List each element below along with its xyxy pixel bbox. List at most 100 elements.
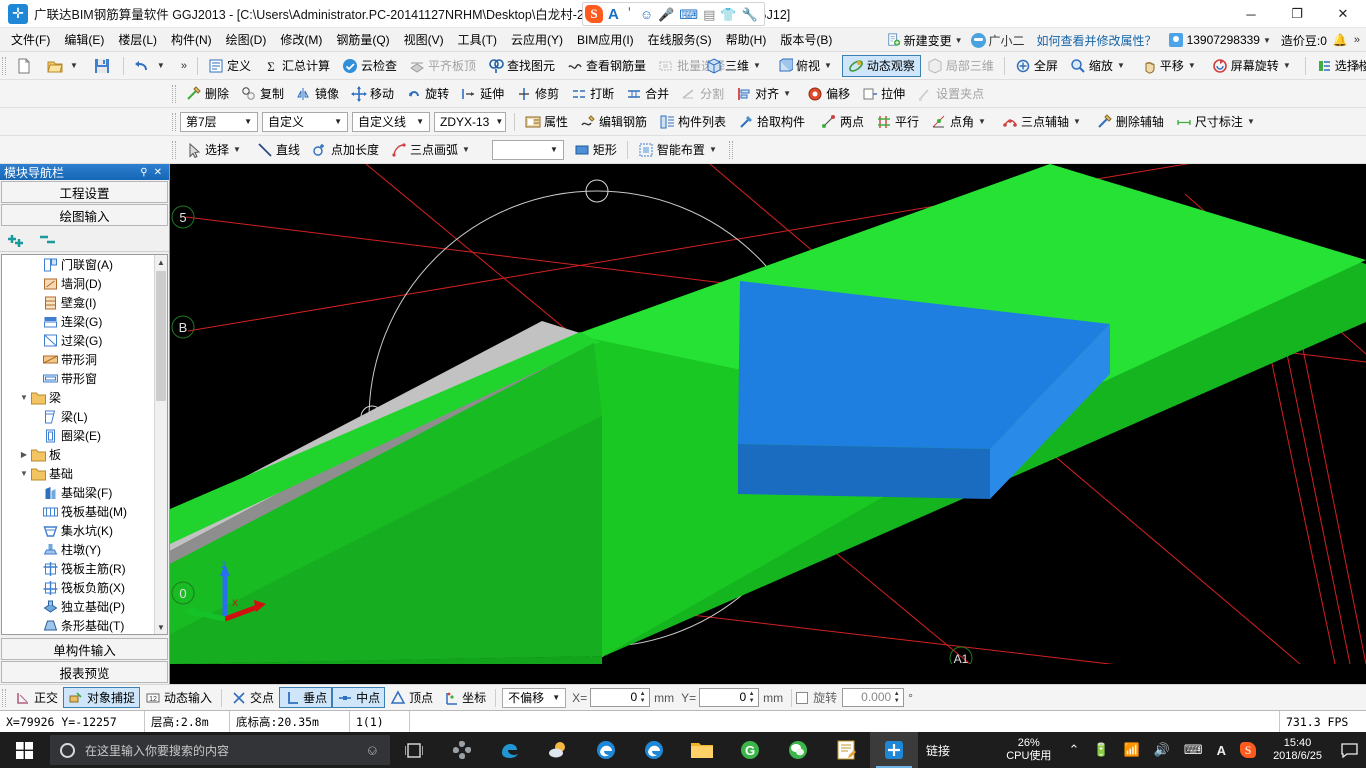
menu-item-13[interactable]: 版本号(B) [773, 30, 839, 50]
battery-icon[interactable]: 🔋 [1086, 742, 1116, 758]
menu-item-6[interactable]: 钢筋量(Q) [329, 30, 396, 50]
menu-item-3[interactable]: 构件(N) [164, 30, 219, 50]
smart-layout-chevron-icon[interactable]: ▼ [705, 145, 721, 154]
taskbar-edge-legacy[interactable] [486, 732, 534, 768]
offset-x-input[interactable]: 0 ▲ ▼ [590, 688, 651, 707]
account-button[interactable]: 13907298339 ▼ [1165, 33, 1275, 47]
smart-layout-button[interactable]: 智能布置 ▼ [632, 139, 727, 161]
toolbar-button-cube[interactable]: 三维 ▼ [700, 55, 771, 77]
offset-mode-chevron-icon[interactable]: ▼ [546, 693, 563, 702]
menu-item-8[interactable]: 工具(T) [451, 30, 504, 50]
tree-item[interactable]: 柱墩(Y) [2, 540, 154, 559]
collapse-toggle-icon[interactable]: ▼ [18, 393, 30, 402]
ime-punctuation-icon[interactable]: ＇ [624, 8, 635, 20]
dropdown-chevron-icon[interactable]: ▼ [1243, 117, 1259, 126]
menu-item-11[interactable]: 在线服务(S) [641, 30, 719, 50]
taskbar-app-g[interactable]: G [726, 732, 774, 768]
toolbar-button-trim[interactable]: 修剪 [510, 83, 565, 105]
taskbar-app-s[interactable] [438, 732, 486, 768]
account-chevron-icon[interactable]: ▼ [1263, 36, 1271, 45]
rotate-input[interactable]: 0.000 ▲ ▼ [842, 688, 905, 707]
snap-button-ortho[interactable]: 正交 [10, 687, 63, 708]
tree-item[interactable]: 门联窗(A) [2, 255, 154, 274]
volume-icon[interactable]: 🔊 [1147, 742, 1177, 758]
new-change-chevron-icon[interactable]: ▼ [955, 36, 963, 45]
toolbar-button-mirror[interactable]: 镜像 [290, 83, 345, 105]
menu-item-0[interactable]: 文件(F) [4, 30, 57, 50]
offset-x-spinner[interactable]: ▲ ▼ [637, 689, 648, 706]
help-question-link[interactable]: 如何查看并修改属性？ [1029, 32, 1165, 49]
tree-item[interactable]: 筏板主筋(R) [2, 559, 154, 578]
toolbar-button-define[interactable]: 定义 [202, 55, 257, 77]
snap-button-coordinate[interactable]: 坐标 [438, 687, 491, 708]
assistant-button[interactable]: 广小二 [967, 32, 1029, 49]
expand-toggle-icon[interactable]: ▶ [18, 450, 30, 459]
undo-chevron-icon[interactable]: ▼ [153, 61, 169, 70]
toolbar-grip[interactable] [172, 84, 176, 103]
taskbar-file-explorer[interactable] [678, 732, 726, 768]
toolbar-grip[interactable] [2, 56, 6, 75]
menu-item-9[interactable]: 云应用(Y) [504, 30, 570, 50]
toolbar-button-stretch[interactable]: 拉伸 [856, 83, 911, 105]
menu-item-5[interactable]: 修改(M) [273, 30, 329, 50]
ime-mode-A-icon[interactable]: A [608, 7, 619, 22]
floor-combo[interactable]: 第7层 ▼ [180, 111, 258, 132]
taskbar-link-label[interactable]: 链接 [918, 742, 962, 759]
tree-item[interactable]: ▼ 梁 [2, 388, 154, 407]
dropdown-chevron-icon[interactable]: ▼ [974, 117, 990, 126]
report-preview-button[interactable]: 报表预览 [1, 661, 168, 683]
ime-settings-icon[interactable]: 🔧 [742, 8, 758, 21]
drawing-canvas[interactable]: 5 B 0 A1 Z X Y [170, 164, 1366, 684]
toolbar-overflow-left[interactable]: » [175, 60, 193, 72]
open-file-button[interactable]: ▼ [41, 55, 88, 77]
rotate-spinner[interactable]: ▲ ▼ [891, 689, 902, 706]
menu-item-1[interactable]: 编辑(E) [57, 30, 111, 50]
ime-toolbar[interactable]: S A ＇ ☺ 🎤 ⌨ ▤ 👕 🔧 [582, 2, 765, 26]
microphone-icon[interactable]: ⎉ [367, 742, 390, 759]
tree-item[interactable]: 连梁(G) [2, 312, 154, 331]
ime-toolbox-icon[interactable]: ▤ [703, 8, 715, 21]
ime-skin-icon[interactable]: 👕 [720, 8, 736, 21]
scroll-down-icon[interactable]: ▼ [155, 620, 167, 634]
toolbar-button-three-point-arc[interactable]: 三点画弧 ▼ [385, 139, 480, 161]
tree-item[interactable]: 墙洞(D) [2, 274, 154, 293]
toolbar-grip[interactable] [728, 140, 733, 159]
start-button[interactable] [0, 732, 48, 768]
tree-item[interactable]: 基础梁(F) [2, 483, 154, 502]
tree-item[interactable]: 集水坑(K) [2, 521, 154, 540]
snap-button-vertex[interactable]: 顶点 [385, 687, 438, 708]
sogou-logo-icon[interactable]: S [585, 5, 603, 23]
tree-item[interactable]: ▶ 板 [2, 445, 154, 464]
taskbar-app-chat[interactable] [774, 732, 822, 768]
tree-item[interactable]: 条形基础(T) [2, 616, 154, 634]
close-icon[interactable]: ✕ [151, 167, 165, 178]
toolbar-button-point-angle[interactable]: 点角 ▼ [925, 111, 996, 133]
undo-button[interactable]: ▼ [128, 55, 175, 77]
tree-item[interactable]: 筏板负筋(X) [2, 578, 154, 597]
sogou-tray-icon[interactable]: S [1233, 742, 1263, 758]
maximize-button[interactable]: ❐ [1274, 0, 1320, 28]
draw-blank-combo[interactable]: ▼ [491, 139, 564, 160]
toolbar-button-dimension[interactable]: 尺寸标注 ▼ [1170, 111, 1265, 133]
ime-emoji-icon[interactable]: ☺ [640, 8, 653, 21]
dropdown-chevron-icon[interactable]: ▼ [779, 89, 795, 98]
taskbar-edge-1[interactable] [582, 732, 630, 768]
toolbar-button-delete[interactable]: 删除 [180, 83, 235, 105]
pin-icon[interactable]: ⚲ [137, 167, 150, 178]
member-combo[interactable]: 自定义线 ▼ [352, 111, 430, 132]
dropdown-chevron-icon[interactable]: ▼ [229, 145, 245, 154]
toolbar-button-line[interactable]: 直线 [251, 139, 306, 161]
toolbar-button-view-rebar[interactable]: 查看钢筋量 [561, 55, 652, 77]
toolbar-button-orbit[interactable]: 动态观察 [841, 54, 921, 77]
menu-item-7[interactable]: 视图(V) [397, 30, 451, 50]
taskbar-edge-2[interactable] [630, 732, 678, 768]
toolbar-button-screen-rotate[interactable]: 屏幕旋转 ▼ [1206, 55, 1301, 77]
taskbar-clock[interactable]: 15:40 2018/6/25 [1263, 737, 1332, 763]
component-tree[interactable]: 门联窗(A) 墙洞(D) 壁龛(I) 连梁(G) 过梁(G) 带形洞 带形窗 ▼ 梁梁(L) 圈梁… [1, 254, 168, 635]
offset-y-spinner[interactable]: ▲ ▼ [746, 689, 757, 706]
wifi-icon[interactable]: 📶 [1117, 742, 1147, 758]
name-combo[interactable]: ZDYX-13 ▼ [434, 111, 506, 132]
toolbar-button-find-element[interactable]: 查找图元 [482, 55, 561, 77]
snap-button-osnap[interactable]: 对象捕捉 [63, 687, 141, 708]
snap-button-intersection[interactable]: 交点 [226, 687, 279, 708]
